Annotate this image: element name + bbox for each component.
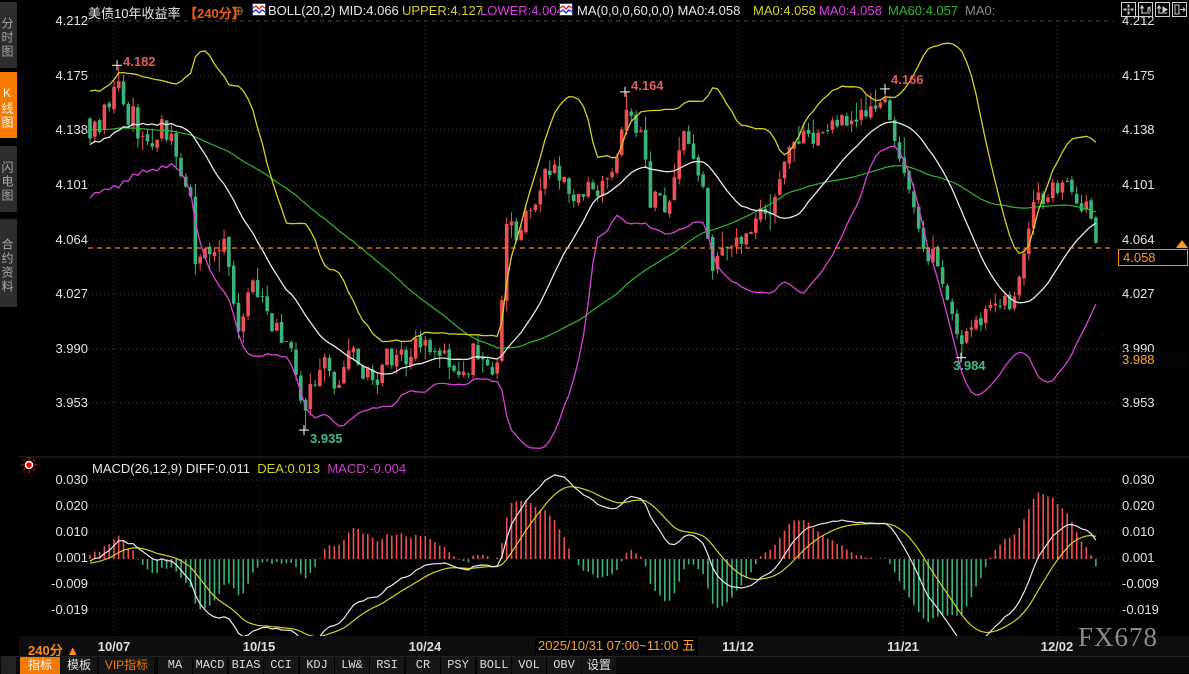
svg-text:4.182: 4.182 xyxy=(123,54,156,69)
svg-text:4.164: 4.164 xyxy=(631,78,664,93)
svg-text:3.935: 3.935 xyxy=(310,431,343,446)
svg-text:3.984: 3.984 xyxy=(953,358,986,373)
svg-text:4.166: 4.166 xyxy=(891,72,924,87)
